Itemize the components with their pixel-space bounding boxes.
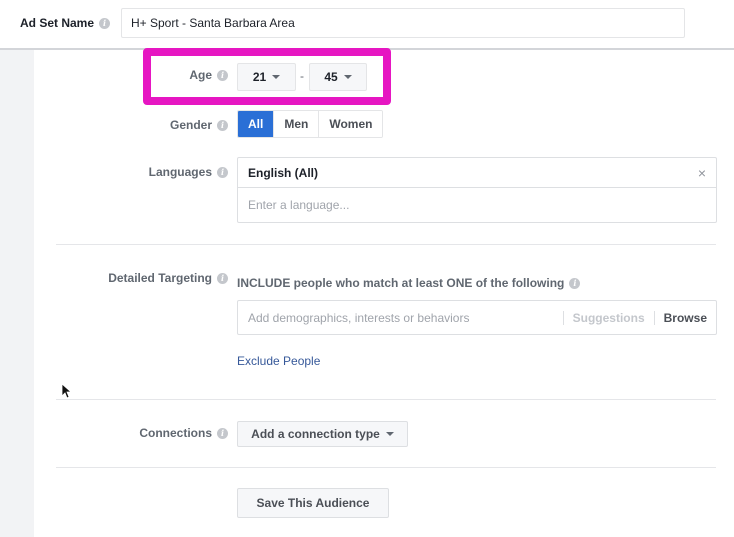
left-sidebar-panel	[0, 50, 34, 537]
close-icon[interactable]: ×	[698, 165, 706, 181]
exclude-people-link[interactable]: Exclude People	[237, 354, 320, 368]
detailed-targeting-field: Suggestions Browse	[237, 300, 717, 335]
ad-set-editor: Ad Set Name i Age i 21 - 45 Gender i All…	[0, 0, 734, 537]
add-connection-type-label: Add a connection type	[251, 427, 380, 441]
browse-button[interactable]: Browse	[655, 311, 716, 325]
gender-label: Gender i	[170, 118, 228, 132]
section-divider	[56, 399, 716, 400]
mouse-cursor-icon	[61, 383, 71, 399]
languages-field: English (All) ×	[237, 157, 717, 223]
gender-segmented-control: All Men Women	[237, 110, 384, 138]
save-audience-button[interactable]: Save This Audience	[237, 488, 389, 518]
section-divider	[56, 467, 716, 468]
gender-option-men[interactable]: Men	[274, 111, 320, 137]
info-icon[interactable]: i	[217, 272, 228, 284]
gender-label-text: Gender	[169, 118, 212, 132]
info-icon[interactable]: i	[217, 119, 228, 131]
include-instructions: INCLUDE people who match at least ONE of…	[237, 276, 581, 290]
languages-label: Languages i	[149, 165, 228, 179]
languages-label-text: Languages	[148, 165, 212, 179]
detailed-targeting-label: Detailed Targeting i	[108, 271, 228, 285]
info-icon[interactable]: i	[217, 427, 228, 439]
section-divider	[56, 244, 716, 245]
language-token-label: English (All)	[248, 165, 318, 180]
suggestions-button[interactable]: Suggestions	[564, 311, 654, 325]
info-icon[interactable]: i	[217, 166, 228, 178]
detailed-targeting-label-text: Detailed Targeting	[108, 271, 212, 285]
gender-option-women[interactable]: Women	[319, 111, 383, 137]
language-input[interactable]	[238, 188, 716, 222]
ad-set-name-label-text: Ad Set Name	[20, 16, 95, 30]
connections-label: Connections i	[139, 426, 228, 440]
detailed-targeting-input[interactable]	[238, 301, 563, 334]
age-highlight-box	[143, 48, 391, 105]
chevron-down-icon	[385, 432, 394, 436]
include-instructions-text: INCLUDE people who match at least ONE of…	[237, 276, 565, 290]
ad-set-name-input[interactable]	[121, 8, 685, 38]
connections-label-text: Connections	[139, 426, 212, 440]
ad-set-header: Ad Set Name i	[0, 0, 734, 49]
language-token: English (All) ×	[238, 158, 716, 188]
gender-option-all[interactable]: All	[238, 111, 275, 137]
info-icon[interactable]: i	[99, 17, 111, 29]
info-icon[interactable]: i	[569, 277, 581, 289]
ad-set-name-label: Ad Set Name i	[20, 16, 111, 30]
add-connection-type-dropdown[interactable]: Add a connection type	[237, 421, 408, 447]
